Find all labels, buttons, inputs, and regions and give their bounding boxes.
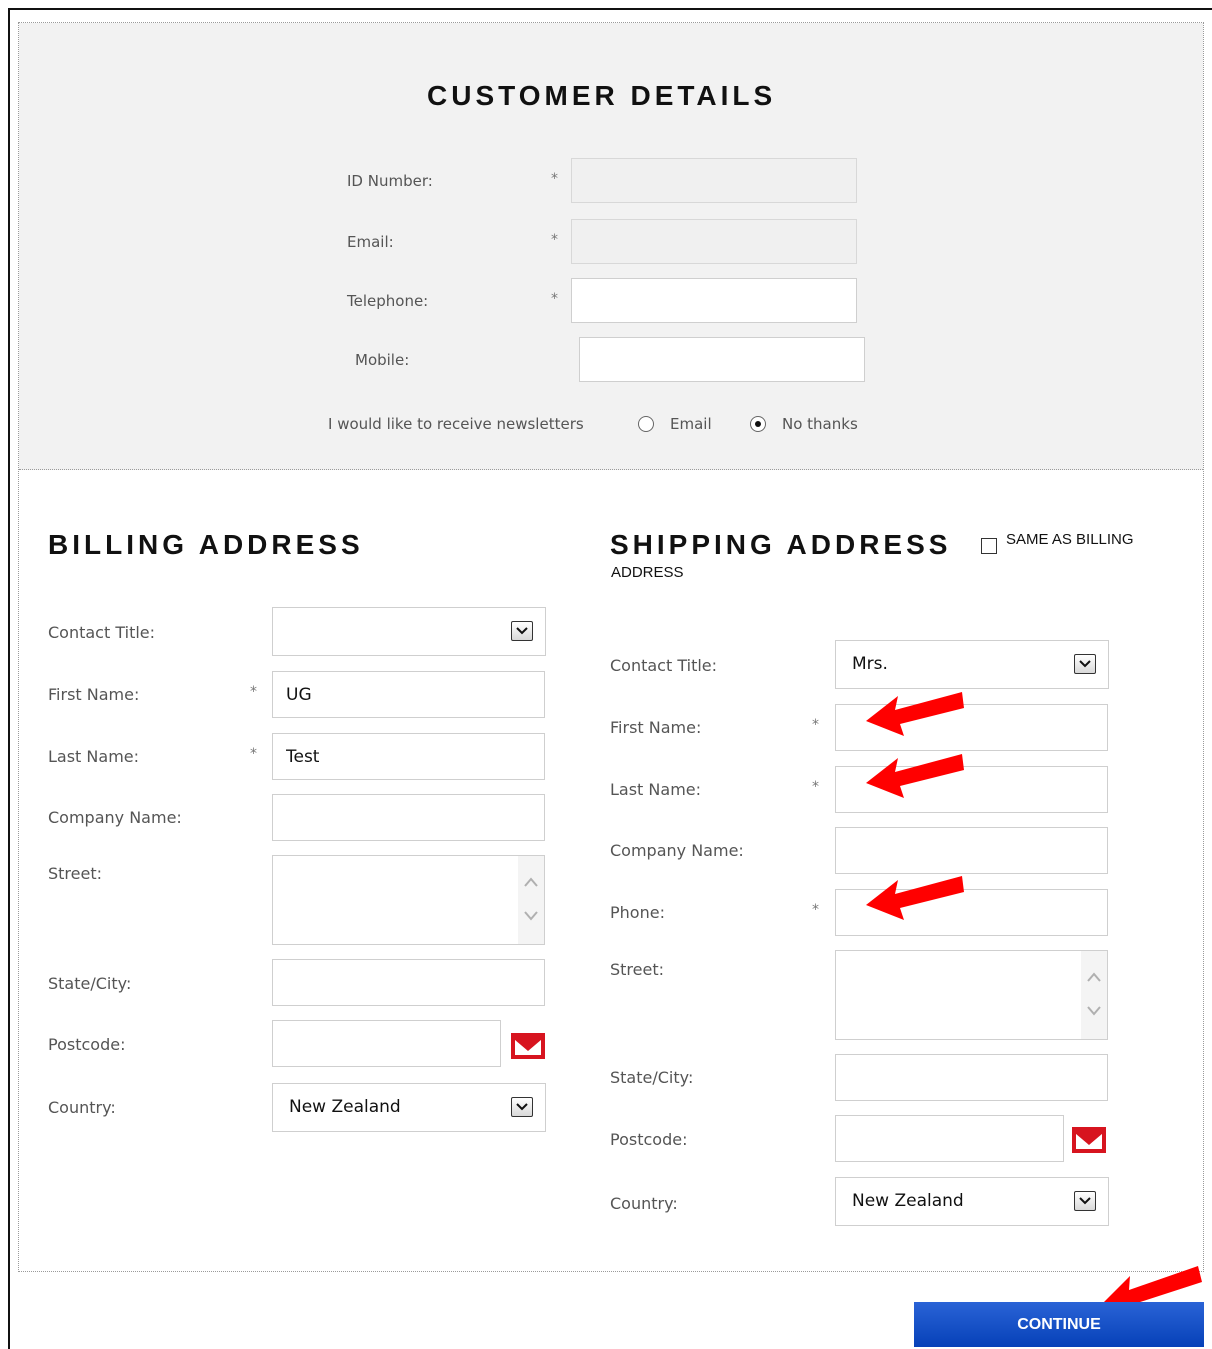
newsletter-no-thanks-radio[interactable] [750, 416, 766, 432]
red-arrow-icon [866, 692, 964, 736]
billing-last-name-label: Last Name: [48, 747, 140, 766]
shipping-contact-title-select[interactable]: Mrs. [835, 640, 1109, 689]
email-label: Email: [347, 233, 394, 251]
continue-button[interactable]: CONTINUE [914, 1302, 1204, 1347]
required-mark: * [812, 902, 819, 918]
shipping-postcode-label: Postcode: [610, 1130, 688, 1149]
newsletter-email-option-label: Email [670, 415, 712, 433]
window-top-border [8, 8, 1212, 10]
scroll-up-icon[interactable] [1086, 971, 1102, 983]
shipping-country-value: New Zealand [852, 1191, 964, 1211]
shipping-first-name-label: First Name: [610, 718, 702, 737]
shipping-last-name-label: Last Name: [610, 780, 702, 799]
shipping-country-select[interactable]: New Zealand [835, 1177, 1109, 1226]
scroll-down-icon[interactable] [523, 910, 539, 922]
billing-country-value: New Zealand [289, 1097, 401, 1117]
shipping-street-scrollbar[interactable] [1081, 951, 1107, 1039]
billing-address-title: BILLING ADDRESS [48, 529, 364, 560]
shipping-street-textarea[interactable] [835, 950, 1108, 1040]
billing-country-label: Country: [48, 1098, 116, 1117]
newsletter-email-radio[interactable] [638, 416, 654, 432]
required-mark: * [250, 746, 257, 762]
same-as-billing-label: SAME AS BILLING [1006, 531, 1134, 548]
red-arrow-icon [866, 876, 964, 920]
billing-first-name-input[interactable] [272, 671, 545, 718]
chevron-down-icon [1074, 1191, 1096, 1211]
mobile-label: Mobile: [355, 351, 410, 369]
same-as-billing-label-continued: ADDRESS [611, 564, 684, 581]
required-mark: * [551, 171, 558, 187]
customer-details-title: CUSTOMER DETAILS [427, 80, 777, 111]
scroll-up-icon[interactable] [523, 876, 539, 888]
chevron-down-icon [511, 1097, 533, 1117]
billing-postcode-input[interactable] [272, 1020, 501, 1067]
telephone-label: Telephone: [347, 292, 429, 310]
id-number-label: ID Number: [347, 172, 433, 190]
shipping-contact-title-value: Mrs. [852, 654, 888, 674]
shipping-address-title: SHIPPING ADDRESS [610, 529, 952, 560]
required-mark: * [812, 779, 819, 795]
telephone-input[interactable] [571, 278, 857, 323]
chevron-down-icon [511, 621, 533, 641]
billing-street-label: Street: [48, 864, 103, 883]
shipping-state-label: State/City: [610, 1068, 694, 1087]
shipping-company-input[interactable] [835, 827, 1108, 874]
billing-company-label: Company Name: [48, 808, 182, 827]
required-mark: * [250, 684, 257, 700]
newsletter-no-thanks-option-label: No thanks [782, 415, 858, 433]
mobile-input[interactable] [579, 337, 865, 382]
billing-state-input[interactable] [272, 959, 545, 1006]
billing-first-name-label: First Name: [48, 685, 140, 704]
shipping-street-label: Street: [610, 960, 665, 979]
same-as-billing-checkbox[interactable] [981, 538, 997, 554]
shipping-phone-label: Phone: [610, 903, 665, 922]
window-left-border [8, 8, 10, 1349]
id-number-input[interactable] [571, 158, 857, 203]
shipping-country-label: Country: [610, 1194, 678, 1213]
required-mark: * [812, 717, 819, 733]
newsletter-label: I would like to receive newsletters [328, 415, 584, 433]
scroll-down-icon[interactable] [1086, 1005, 1102, 1017]
shipping-state-input[interactable] [835, 1054, 1108, 1101]
chevron-down-icon [1074, 654, 1096, 674]
required-mark: * [551, 232, 558, 248]
mail-envelope-icon[interactable] [1071, 1126, 1107, 1154]
billing-state-label: State/City: [48, 974, 132, 993]
billing-street-scrollbar[interactable] [518, 856, 544, 944]
billing-street-textarea[interactable] [272, 855, 545, 945]
shipping-contact-title-label: Contact Title: [610, 656, 718, 675]
billing-postcode-label: Postcode: [48, 1035, 126, 1054]
required-mark: * [551, 291, 558, 307]
mail-envelope-icon[interactable] [510, 1032, 546, 1060]
billing-contact-title-label: Contact Title: [48, 623, 156, 642]
billing-last-name-input[interactable] [272, 733, 545, 780]
billing-contact-title-select[interactable] [272, 607, 546, 656]
billing-country-select[interactable]: New Zealand [272, 1083, 546, 1132]
email-input[interactable] [571, 219, 857, 264]
shipping-company-label: Company Name: [610, 841, 744, 860]
red-arrow-icon [866, 754, 964, 798]
shipping-postcode-input[interactable] [835, 1115, 1064, 1162]
billing-company-input[interactable] [272, 794, 545, 841]
